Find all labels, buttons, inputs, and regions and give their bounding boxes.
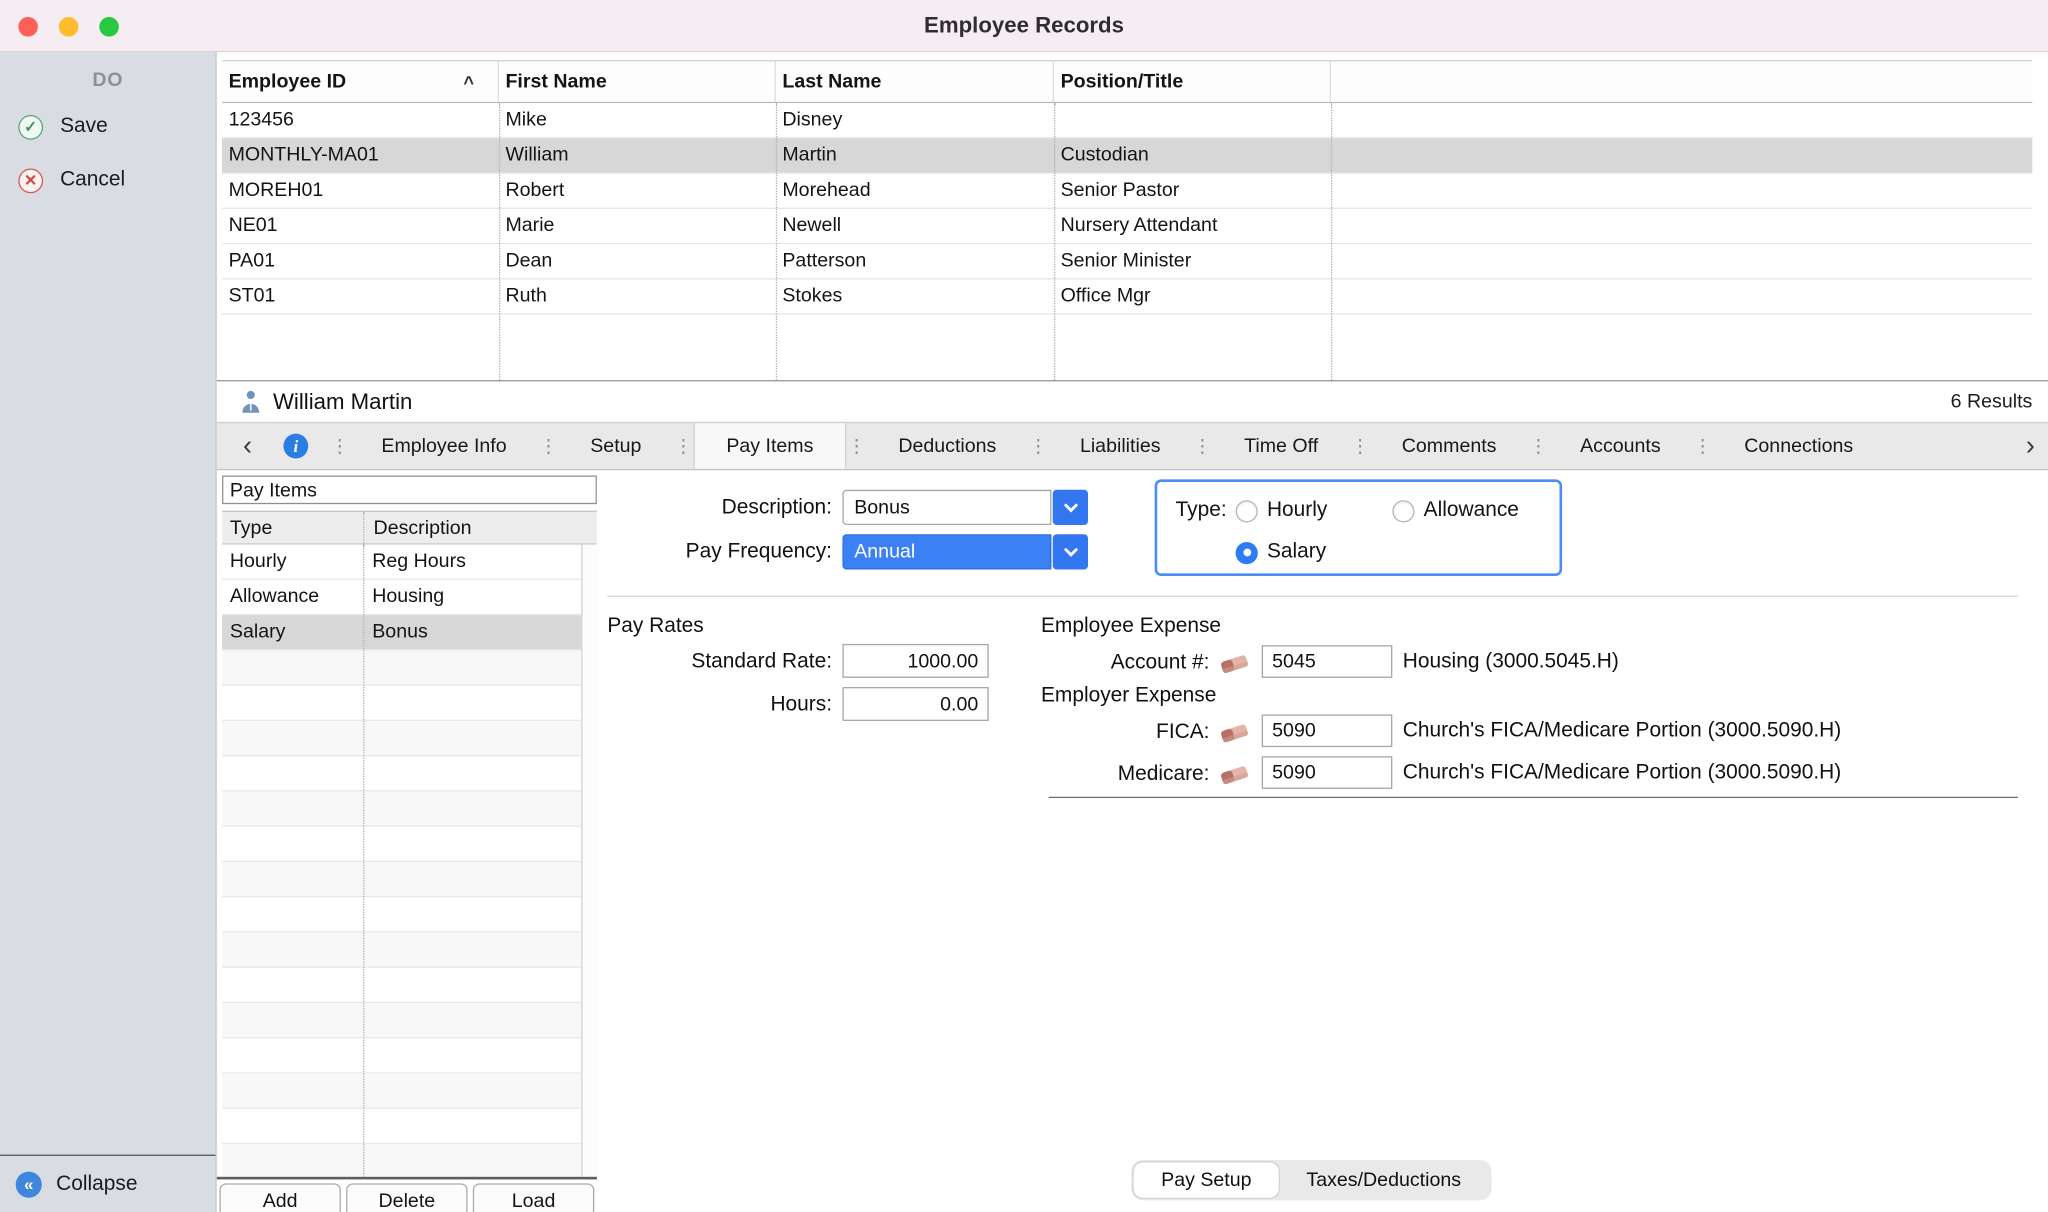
chevron-down-icon[interactable] xyxy=(1053,490,1088,525)
description-dropdown[interactable]: Bonus xyxy=(842,490,1088,525)
main-area: Employee ID ^ First Name Last Name Posit… xyxy=(217,52,2048,1212)
sidebar-header: DO xyxy=(0,69,216,91)
close-button[interactable] xyxy=(18,17,38,37)
medicare-label: Medicare: xyxy=(974,756,1209,791)
tab-taxes-deductions[interactable]: Taxes/Deductions xyxy=(1279,1162,1489,1197)
cancel-label: Cancel xyxy=(60,168,125,192)
sidebar: DO ✓ Save ✕ Cancel « Collapse xyxy=(0,52,217,1212)
description-label: Description: xyxy=(584,490,832,525)
section-rule xyxy=(607,596,2018,597)
type-label: Type: xyxy=(1176,495,1227,526)
cross-icon: ✕ xyxy=(18,168,43,193)
radio-label: Allowance xyxy=(1424,499,1519,523)
chevron-down-icon[interactable] xyxy=(1053,534,1088,569)
standard-rate-label: Standard Rate: xyxy=(584,644,832,679)
radio-button-icon xyxy=(1392,500,1414,522)
account-number-label: Account #: xyxy=(974,645,1209,680)
zoom-button[interactable] xyxy=(99,17,119,37)
fica-account-input[interactable] xyxy=(1262,714,1393,747)
title-bar: Employee Records xyxy=(0,0,2048,52)
account-lookup-eraser-icon[interactable] xyxy=(1219,652,1250,676)
hours-label: Hours: xyxy=(584,687,832,722)
medicare-account-input[interactable] xyxy=(1262,756,1393,789)
pay-frequency-value[interactable]: Annual xyxy=(842,534,1051,569)
fica-account-description: Church's FICA/Medicare Portion (3000.509… xyxy=(1403,714,1841,748)
window-controls xyxy=(18,17,119,37)
window-title: Employee Records xyxy=(924,12,1124,38)
radio-hourly[interactable]: Hourly xyxy=(1236,495,1328,526)
radio-label: Hourly xyxy=(1267,499,1327,523)
tab-pay-setup[interactable]: Pay Setup xyxy=(1134,1162,1279,1197)
fica-label: FICA: xyxy=(974,714,1209,749)
save-button[interactable]: ✓ Save xyxy=(0,108,216,145)
employee-expense-title: Employee Expense xyxy=(1041,615,1221,639)
bottom-tab-bar: Pay Setup Taxes/Deductions xyxy=(1131,1160,1491,1200)
check-icon: ✓ xyxy=(18,114,43,139)
standard-rate-input[interactable] xyxy=(842,644,988,678)
save-label: Save xyxy=(60,115,108,139)
medicare-lookup-eraser-icon[interactable] xyxy=(1219,763,1250,787)
description-value[interactable]: Bonus xyxy=(842,490,1051,525)
section-divider xyxy=(1049,797,2018,798)
account-description: Housing (3000.5045.H) xyxy=(1403,645,1619,679)
radio-button-icon xyxy=(1236,541,1258,563)
pay-frequency-dropdown[interactable]: Annual xyxy=(842,534,1088,569)
cancel-button[interactable]: ✕ Cancel xyxy=(0,162,216,199)
pay-item-detail-form: Description: Bonus Pay Frequency: Annual… xyxy=(217,52,2048,1212)
collapse-label: Collapse xyxy=(56,1172,137,1196)
type-radio-group: Type: Hourly Allowance Salary xyxy=(1155,479,1563,576)
medicare-account-description: Church's FICA/Medicare Portion (3000.509… xyxy=(1403,756,1841,790)
pay-rates-title: Pay Rates xyxy=(607,615,703,639)
hours-input[interactable] xyxy=(842,687,988,721)
employer-expense-title: Employer Expense xyxy=(1041,684,1216,708)
radio-label: Salary xyxy=(1267,541,1326,565)
app-window: Employee Records DO ✓ Save ✕ Cancel « Co… xyxy=(0,0,2048,1212)
account-number-input[interactable] xyxy=(1262,645,1393,678)
radio-allowance[interactable]: Allowance xyxy=(1392,495,1519,526)
pay-frequency-label: Pay Frequency: xyxy=(584,534,832,569)
fica-lookup-eraser-icon[interactable] xyxy=(1219,721,1250,745)
collapse-chevrons-icon: « xyxy=(16,1171,42,1197)
radio-button-icon xyxy=(1236,500,1258,522)
radio-salary-selected[interactable]: Salary xyxy=(1236,537,1327,568)
minimize-button[interactable] xyxy=(59,17,79,37)
collapse-button[interactable]: « Collapse xyxy=(0,1155,216,1212)
